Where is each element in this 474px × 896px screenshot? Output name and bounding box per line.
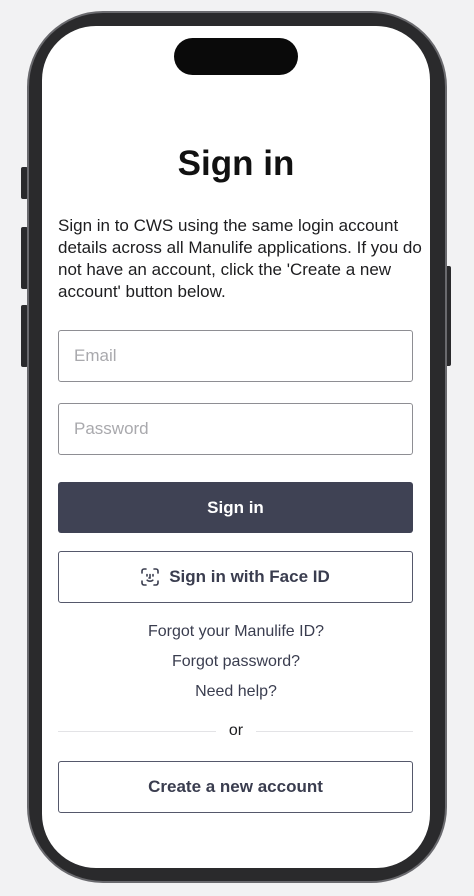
- need-help-link[interactable]: Need help?: [42, 683, 430, 701]
- divider-or-label: or: [228, 722, 244, 739]
- forgot-manulife-id-link[interactable]: Forgot your Manulife ID?: [42, 623, 430, 641]
- divider-line-right: [256, 731, 413, 732]
- phone-screen: Sign in Sign in to CWS using the same lo…: [42, 26, 430, 868]
- face-id-icon: [141, 568, 160, 586]
- intro-text: Sign in to CWS using the same login acco…: [58, 216, 422, 301]
- face-id-sign-in-button[interactable]: Sign in with Face ID: [58, 551, 413, 603]
- divider-line-left: [58, 731, 216, 732]
- sign-in-button[interactable]: Sign in: [58, 482, 413, 533]
- password-field[interactable]: [58, 403, 413, 455]
- forgot-password-link[interactable]: Forgot password?: [42, 653, 430, 671]
- email-field[interactable]: [58, 330, 413, 382]
- face-id-label: Sign in with Face ID: [169, 567, 330, 586]
- page-title: Sign in: [177, 144, 295, 183]
- dynamic-island: [174, 38, 298, 75]
- create-account-button[interactable]: Create a new account: [58, 761, 413, 813]
